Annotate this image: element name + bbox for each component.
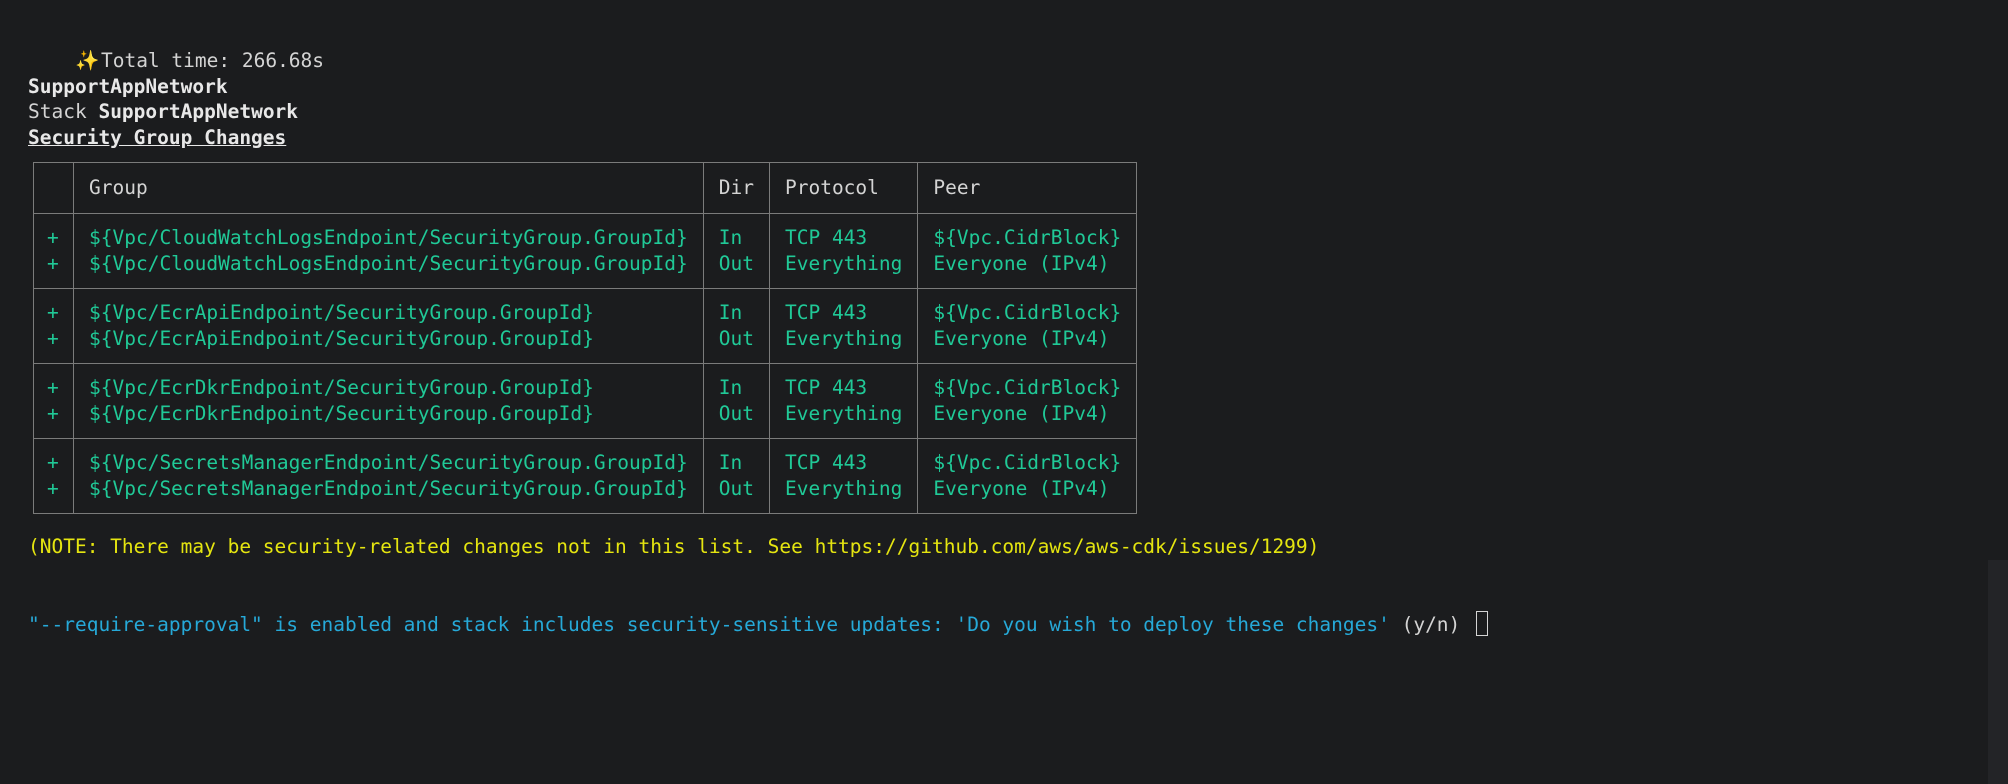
security-group-changes-table: Group Dir Protocol Peer + + ${Vpc/CloudWa… (33, 162, 1138, 514)
scrollbar-thumb[interactable] (1988, 560, 2008, 784)
header-group: Group (73, 162, 704, 214)
terminal-window[interactable]: ✨Total time: 266.68s SupportAppNetwork S… (0, 0, 2008, 784)
sign-cell: + + (33, 363, 74, 439)
protocol-cell: TCP 443 Everything (768, 363, 919, 439)
dir-cell: In Out (702, 288, 770, 364)
protocol-cell: TCP 443 Everything (768, 288, 919, 364)
table-row: + + ${Vpc/EcrDkrEndpoint/SecurityGroup.Gr… (33, 363, 1138, 439)
sign-cell: + + (33, 213, 74, 289)
dir-cell: In Out (702, 363, 770, 439)
approval-prompt-message: "--require-approval" is enabled and stac… (28, 613, 1390, 636)
group-cell: ${Vpc/CloudWatchLogsEndpoint/SecurityGro… (73, 213, 704, 289)
table-header-row: Group Dir Protocol Peer (33, 162, 1138, 214)
header-sign (33, 162, 74, 214)
group-cell: ${Vpc/EcrDkrEndpoint/SecurityGroup.Group… (73, 363, 704, 439)
table-row: + + ${Vpc/SecretsManagerEndpoint/Security… (33, 438, 1138, 514)
peer-cell: ${Vpc.CidrBlock} Everyone (IPv4) (917, 363, 1138, 439)
dir-cell: In Out (702, 213, 770, 289)
sign-cell: + + (33, 288, 74, 364)
stack-label-prefix: Stack (28, 100, 99, 123)
text-cursor[interactable] (1476, 611, 1489, 636)
stack-name: SupportAppNetwork (28, 75, 228, 98)
table-row: + + ${Vpc/CloudWatchLogsEndpoint/Security… (33, 213, 1138, 289)
group-cell: ${Vpc/SecretsManagerEndpoint/SecurityGro… (73, 438, 704, 514)
total-time-line: ✨Total time: 266.68s (28, 22, 324, 72)
sign-cell: + + (33, 438, 74, 514)
group-cell: ${Vpc/EcrApiEndpoint/SecurityGroup.Group… (73, 288, 704, 364)
header-protocol: Protocol (768, 162, 919, 214)
sparkles-icon: ✨ (74, 48, 100, 72)
stack-label-line: Stack SupportAppNetwork (28, 99, 298, 125)
table-row: + + ${Vpc/EcrApiEndpoint/SecurityGroup.Gr… (33, 288, 1138, 364)
peer-cell: ${Vpc.CidrBlock} Everyone (IPv4) (917, 213, 1138, 289)
header-dir: Dir (702, 162, 770, 214)
security-note: (NOTE: There may be security-related cha… (28, 535, 1320, 558)
approval-prompt-line[interactable]: "--require-approval" is enabled and stac… (28, 611, 1489, 637)
dir-cell: In Out (702, 438, 770, 514)
approval-choice: (y/n) (1389, 613, 1473, 636)
section-title: Security Group Changes (28, 126, 287, 149)
peer-cell: ${Vpc.CidrBlock} Everyone (IPv4) (917, 288, 1138, 364)
scrollbar-track[interactable] (1988, 0, 2008, 784)
peer-cell: ${Vpc.CidrBlock} Everyone (IPv4) (917, 438, 1138, 514)
protocol-cell: TCP 443 Everything (768, 213, 919, 289)
stack-label-name: SupportAppNetwork (98, 100, 299, 123)
protocol-cell: TCP 443 Everything (768, 438, 919, 514)
header-peer: Peer (917, 162, 1138, 214)
total-time-text: Total time: 266.68s (100, 48, 325, 72)
